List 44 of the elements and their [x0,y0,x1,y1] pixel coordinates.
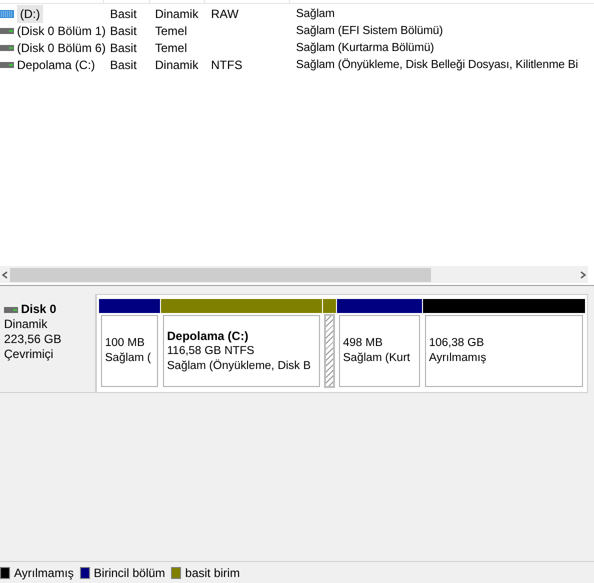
partition-detail: Ayrılmamış [429,351,488,366]
legend-label: basit birim [185,564,240,582]
drive-icon [0,44,14,50]
partition-block[interactable] [323,299,336,389]
disk-size: 223,56 GB [4,332,62,347]
volume-name[interactable]: (Disk 0 Bölüm 1) [16,22,107,40]
drive-icon [0,10,14,18]
scroll-left-icon[interactable] [0,270,10,280]
drive-icon [4,306,18,312]
scroll-right-icon[interactable] [578,270,588,280]
layout-cell-text: Basit [110,6,138,22]
type-cell-text: Dinamik [155,6,200,22]
partition-detail: 498 MB [343,336,384,351]
legend-label: Ayrılmamış [14,564,74,582]
status-cell-text: Sağlam [296,6,335,22]
horizontal-scrollbar[interactable] [0,266,588,283]
partition-detail: Sağlam ( [105,351,152,366]
type-cell-text: Temel [155,40,188,56]
volume-name[interactable]: (Disk 0 Bölüm 6) [16,38,107,56]
layout-cell-text: Basit [110,56,138,74]
disk-name: Disk 0 [21,302,56,317]
drive-icon [0,62,14,68]
partition-detail: 100 MB [105,336,146,351]
disk-state: Çevrimiçi [4,347,54,362]
status-cell-text: Sağlam (Önyükleme, Disk Belleği Dosyası, Kilitlenme Bi [296,56,578,73]
partition-title: Depolama (C:) [167,328,250,344]
scrollbar-thumb[interactable] [10,268,431,282]
type-cell-text: Temel [155,22,188,40]
volume-name[interactable]: (D:) [17,4,43,22]
status-cell-text: Sağlam (EFI Sistem Bölümü) [296,22,443,39]
file-system-cell: NTFS [211,58,242,72]
partition-detail: Sağlam (Kurt [343,351,412,366]
legend-label: Birincil bölüm [94,564,166,582]
partition-detail: Sağlam (Önyükleme, Disk B [167,358,312,374]
partition-detail: 106,38 GB [429,336,485,351]
status-cell-text: Sağlam (Kurtarma Bölümü) [296,40,434,56]
drive-icon [0,28,14,34]
volume-name[interactable]: Depolama (C:) [16,56,96,74]
disk-type: Dinamik [4,317,48,332]
layout-cell-text: Basit [110,40,138,56]
file-system-cell: RAW [211,6,239,20]
layout-cell-text: Basit [110,22,138,40]
type-cell-text: Dinamik [155,56,200,74]
partition-detail: 116,58 GB NTFS [167,344,256,358]
